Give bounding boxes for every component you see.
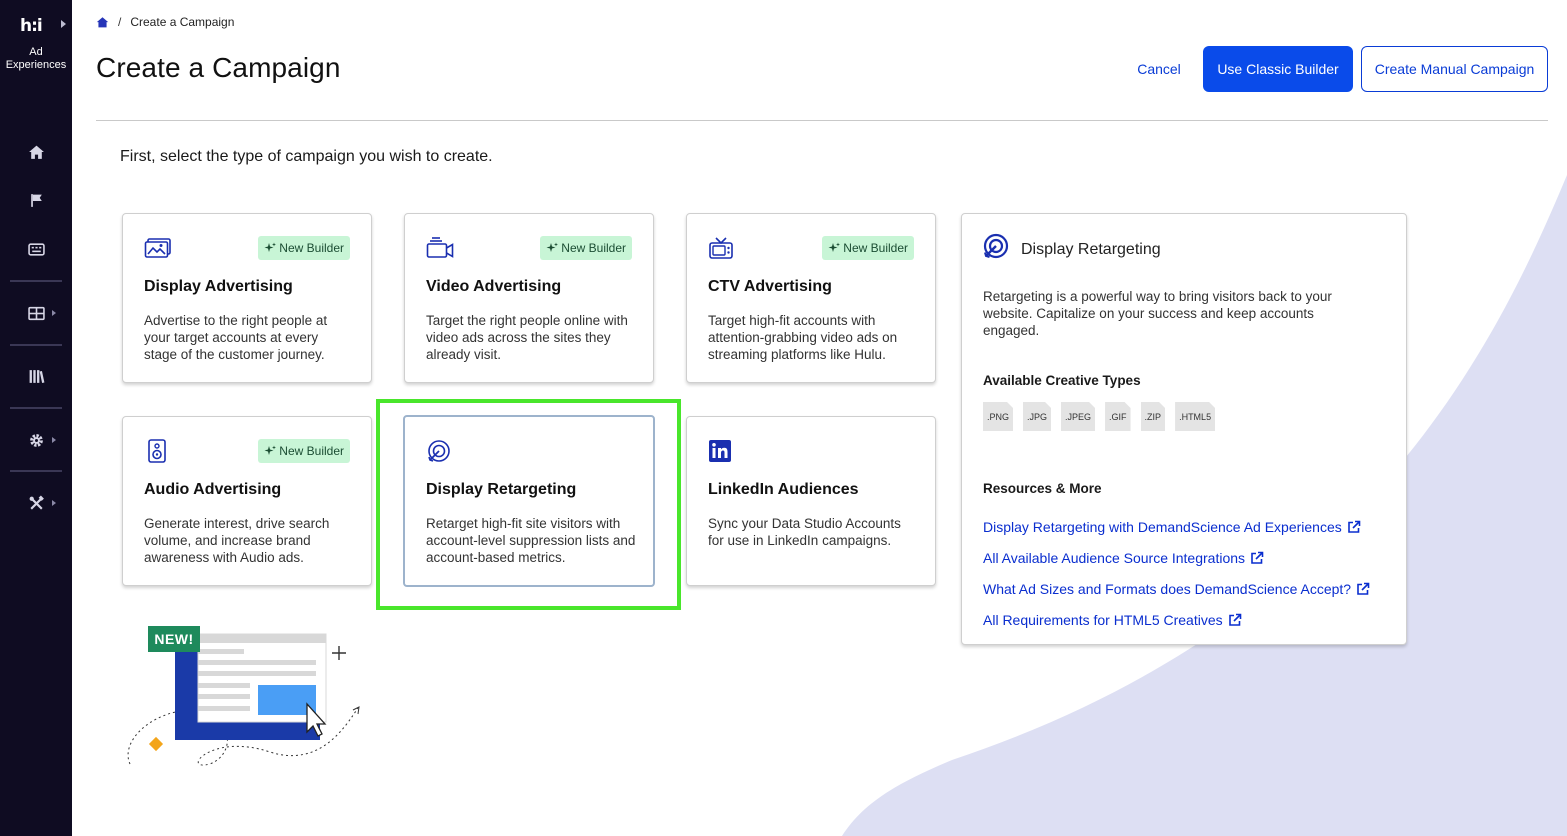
keyboard-icon: [27, 242, 45, 256]
campaign-card-ctv-advertising[interactable]: New Builder CTV Advertising Target high-…: [686, 213, 936, 383]
resource-link[interactable]: What Ad Sizes and Formats does DemandSci…: [983, 573, 1370, 604]
chevron-right-icon: [52, 310, 56, 316]
card-title: Display Advertising: [144, 278, 293, 295]
card-description: Sync your Data Studio Accounts for use i…: [708, 516, 901, 548]
video-icon: [426, 236, 454, 260]
breadcrumb-separator: /: [118, 15, 122, 29]
resource-link-label: All Available Audience Source Integratio…: [983, 549, 1246, 566]
library-icon: [29, 369, 44, 383]
breadcrumb: / Create a Campaign: [96, 14, 234, 30]
card-description: Target high-fit accounts with attention-…: [708, 313, 898, 362]
external-link-icon: [1347, 520, 1361, 533]
panel-description: Retargeting is a powerful way to bring v…: [983, 289, 1332, 338]
new-builder-badge: New Builder: [258, 439, 350, 463]
nav-library[interactable]: [0, 359, 72, 393]
linkedin-icon: [708, 439, 736, 463]
resource-link[interactable]: Display Retargeting with DemandScience A…: [983, 511, 1370, 542]
product-label: Ad Experiences: [5, 46, 67, 71]
file-type-gif: .GIF: [1105, 402, 1131, 431]
card-title: LinkedIn Audiences: [708, 481, 859, 498]
new-builder-badge: New Builder: [258, 236, 350, 260]
creative-types-list: .PNG .JPG .JPEG .GIF .ZIP .HTML5: [983, 402, 1215, 431]
retargeting-icon: [982, 233, 1010, 261]
campaign-card-display-advertising[interactable]: New Builder Display Advertising Advertis…: [122, 213, 372, 383]
nav-home[interactable]: [0, 135, 72, 169]
resource-link-label: Display Retargeting with DemandScience A…: [983, 518, 1342, 535]
card-title: Video Advertising: [426, 278, 562, 295]
speaker-icon: [144, 439, 172, 463]
file-type-png: .PNG: [983, 402, 1013, 431]
campaign-detail-panel: Display Retargeting Retargeting is a pow…: [961, 213, 1407, 645]
logo-caret-icon[interactable]: [61, 20, 66, 28]
new-builder-badge: New Builder: [822, 236, 914, 260]
gear-icon: [29, 433, 43, 447]
nav-divider: [10, 344, 62, 346]
selection-highlight: [376, 399, 681, 610]
new-builder-badge: New Builder: [540, 236, 632, 260]
nav-divider: [10, 280, 62, 282]
sparkle-icon: [546, 242, 559, 252]
app-logo[interactable]: h:i: [20, 15, 43, 37]
chevron-right-icon: [52, 500, 56, 506]
use-classic-builder-button[interactable]: Use Classic Builder: [1203, 46, 1353, 92]
breadcrumb-current: Create a Campaign: [130, 15, 235, 29]
card-title: Audio Advertising: [144, 481, 282, 498]
tv-icon: [708, 236, 736, 260]
external-link-icon: [1228, 613, 1241, 626]
sparkle-icon: [828, 242, 841, 252]
sparkle-icon: [264, 242, 277, 252]
table-icon: [27, 306, 45, 320]
external-link-icon: [1357, 582, 1370, 595]
new-label: NEW!: [148, 626, 200, 652]
campaign-card-video-advertising[interactable]: New Builder Video Advertising Target the…: [404, 213, 654, 383]
resource-link[interactable]: All Requirements for HTML5 Creatives: [983, 604, 1370, 635]
chevron-right-icon: [52, 437, 56, 443]
nav-tools[interactable]: [0, 486, 72, 520]
badge-label: New Builder: [561, 241, 626, 255]
create-manual-campaign-button[interactable]: Create Manual Campaign: [1361, 46, 1548, 92]
home-icon[interactable]: [96, 16, 109, 29]
resources-heading: Resources & More: [983, 481, 1102, 496]
nav-inventory[interactable]: [0, 232, 72, 266]
nav-divider: [10, 470, 62, 472]
file-type-zip: .ZIP: [1141, 402, 1166, 431]
external-link-icon: [1251, 551, 1264, 564]
card-description: Advertise to the right people at your ta…: [144, 313, 328, 362]
home-icon: [28, 145, 44, 159]
badge-label: New Builder: [279, 241, 344, 255]
campaign-type-prompt: First, select the type of campaign you w…: [120, 148, 493, 165]
file-type-jpeg: .JPEG: [1061, 402, 1095, 431]
tools-icon: [29, 495, 44, 510]
resources-list: Display Retargeting with DemandScience A…: [983, 511, 1370, 635]
badge-label: New Builder: [843, 241, 908, 255]
card-title: CTV Advertising: [708, 278, 832, 295]
sidebar: h:i Ad Experiences: [0, 0, 72, 836]
campaign-card-audio-advertising[interactable]: New Builder Audio Advertising Generate i…: [122, 416, 372, 586]
cancel-button[interactable]: Cancel: [1122, 46, 1196, 92]
card-description: Generate interest, drive search volume, …: [144, 516, 330, 565]
resource-link-label: What Ad Sizes and Formats does DemandSci…: [983, 580, 1352, 597]
file-type-html5: .HTML5: [1175, 402, 1215, 431]
image-icon: [144, 236, 172, 260]
campaign-card-linkedin-audiences[interactable]: LinkedIn Audiences Sync your Data Studio…: [686, 416, 936, 586]
nav-reports[interactable]: [0, 296, 72, 330]
nav-divider: [10, 407, 62, 409]
card-description: Target the right people online with vide…: [426, 313, 628, 362]
badge-label: New Builder: [279, 444, 344, 458]
sparkle-icon: [264, 445, 277, 455]
panel-title: Display Retargeting: [1021, 241, 1161, 258]
nav-campaigns[interactable]: [0, 183, 72, 217]
flag-icon: [30, 193, 42, 207]
file-type-jpg: .JPG: [1023, 402, 1051, 431]
resource-link-label: All Requirements for HTML5 Creatives: [983, 611, 1223, 628]
resource-link[interactable]: All Available Audience Source Integratio…: [983, 542, 1370, 573]
logo-text: h:i: [20, 16, 43, 36]
nav-settings[interactable]: [0, 423, 72, 457]
new-builder-illustration: NEW!: [120, 622, 370, 772]
header-divider: [96, 120, 1548, 121]
page-title: Create a Campaign: [96, 52, 341, 83]
creative-types-heading: Available Creative Types: [983, 373, 1141, 388]
